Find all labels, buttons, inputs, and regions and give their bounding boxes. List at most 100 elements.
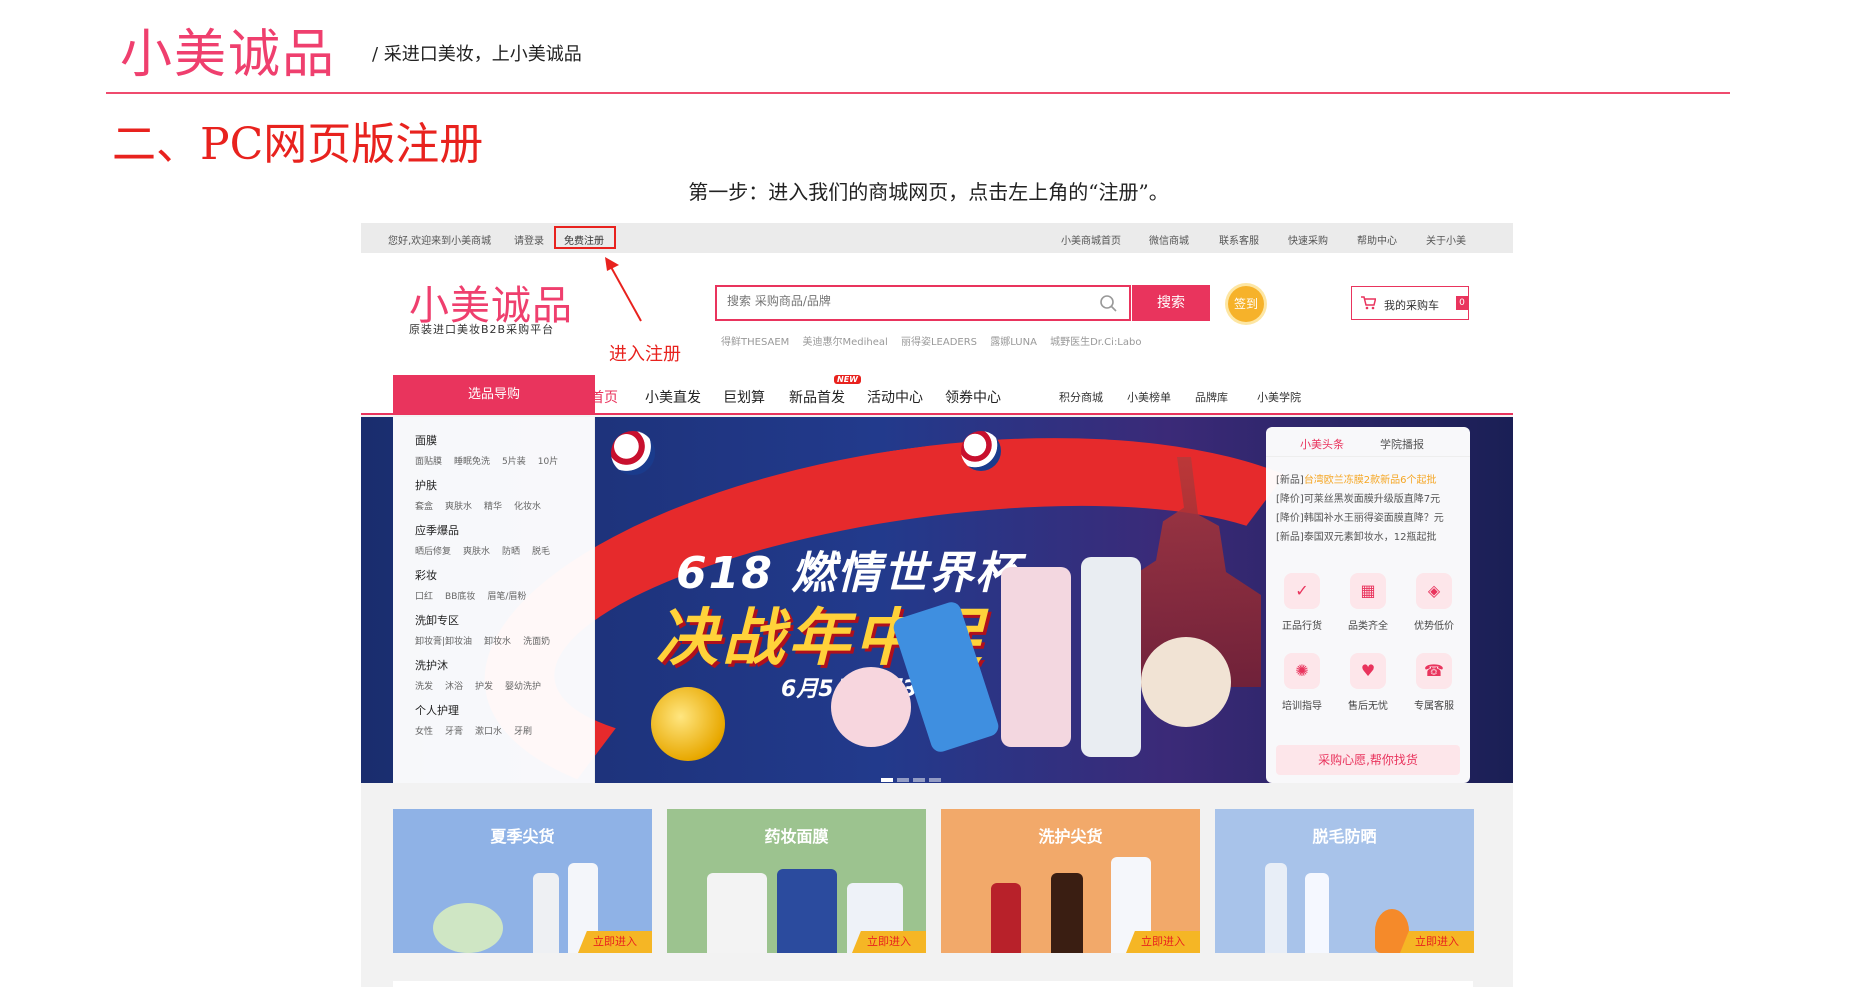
- nav-direct[interactable]: 小美直发: [645, 387, 701, 407]
- certificate-icon: ✓: [1284, 573, 1320, 609]
- tab-headlines[interactable]: 小美头条: [1300, 436, 1344, 452]
- login-link[interactable]: 请登录: [514, 232, 544, 247]
- category-item[interactable]: 洗面奶: [523, 637, 550, 647]
- category-item[interactable]: 防晒: [502, 547, 520, 557]
- enter-button[interactable]: 立即进入: [578, 931, 652, 953]
- category-title[interactable]: 面膜: [415, 432, 594, 448]
- category-title[interactable]: 彩妆: [415, 567, 594, 583]
- category-title[interactable]: 洗护沐: [415, 657, 594, 673]
- tile-masks[interactable]: 药妆面膜 立即进入: [667, 809, 926, 953]
- category-title[interactable]: 应季爆品: [415, 522, 594, 538]
- nav-academy[interactable]: 小美学院: [1257, 389, 1301, 405]
- toplink-home[interactable]: 小美商城首页: [1061, 232, 1121, 247]
- category-title[interactable]: 护肤: [415, 477, 594, 493]
- toplink-quick-buy[interactable]: 快速采购: [1288, 232, 1328, 247]
- hot-word[interactable]: 丽得姿LEADERS: [901, 337, 977, 348]
- tile-hair-removal-sunscreen[interactable]: 脱毛防晒 立即进入: [1215, 809, 1474, 953]
- wish-button[interactable]: 采购心愿,帮你找货: [1276, 745, 1460, 775]
- product-image: [1265, 863, 1287, 953]
- football-icon: [611, 431, 655, 475]
- hot-word[interactable]: 城野医生Dr.Ci:Labo: [1050, 337, 1141, 348]
- search-box: [715, 285, 1131, 321]
- nav-coupons[interactable]: 领券中心: [945, 387, 1001, 407]
- enter-button[interactable]: 立即进入: [852, 931, 926, 953]
- service-dedicated-support[interactable]: ☎ 专属客服: [1412, 653, 1456, 712]
- category-item[interactable]: 套盒: [415, 502, 433, 512]
- search-input[interactable]: [727, 294, 1067, 308]
- product-image: [777, 869, 837, 953]
- category-title[interactable]: 个人护理: [415, 702, 594, 718]
- step-instruction: 第一步：进入我们的商城网页，点击左上角的“注册”。: [688, 180, 1169, 204]
- category-item[interactable]: 5片装: [502, 457, 526, 467]
- category-item[interactable]: 爽肤水: [463, 547, 490, 557]
- category-item[interactable]: 漱口水: [475, 727, 502, 737]
- service-variety[interactable]: ▦ 品类齐全: [1346, 573, 1390, 632]
- category-item[interactable]: 10片: [538, 457, 558, 467]
- category-item[interactable]: 脱毛: [532, 547, 550, 557]
- nav-activities[interactable]: 活动中心: [867, 387, 923, 407]
- category-item[interactable]: 牙膏: [445, 727, 463, 737]
- signin-button[interactable]: 签到: [1228, 286, 1264, 322]
- nav-bargain[interactable]: 巨划算: [723, 387, 765, 407]
- category-item[interactable]: BB底妆: [445, 592, 475, 602]
- toplink-help[interactable]: 帮助中心: [1357, 232, 1397, 247]
- category-item[interactable]: 护发: [475, 682, 493, 692]
- tile-care[interactable]: 洗护尖货 立即进入: [941, 809, 1200, 953]
- search-button[interactable]: 搜索: [1132, 285, 1210, 321]
- category-guide-button[interactable]: 选品导购: [393, 375, 595, 415]
- search-icon[interactable]: [1099, 294, 1117, 312]
- enter-button[interactable]: 立即进入: [1400, 931, 1474, 953]
- nav-rankings[interactable]: 小美榜单: [1127, 389, 1171, 405]
- category-item[interactable]: 洗发: [415, 682, 433, 692]
- toplink-service[interactable]: 联系客服: [1219, 232, 1259, 247]
- hot-word[interactable]: 美迪惠尔Mediheal: [802, 337, 887, 348]
- website-screenshot: 您好,欢迎来到小美商城 请登录 免费注册 小美商城首页 微信商城 联系客服 快速…: [361, 223, 1513, 987]
- product-image: [433, 903, 503, 953]
- category-item[interactable]: 精华: [484, 502, 502, 512]
- category-item[interactable]: 牙刷: [514, 727, 532, 737]
- nav-home[interactable]: 首页: [590, 387, 618, 407]
- toplink-wechat[interactable]: 微信商城: [1149, 232, 1189, 247]
- tab-academy-news[interactable]: 学院播报: [1380, 436, 1424, 452]
- category-item[interactable]: 口红: [415, 592, 433, 602]
- product-jar-image: [831, 667, 911, 747]
- nav-brands[interactable]: 品牌库: [1195, 389, 1228, 405]
- category-item[interactable]: 眉笔/眉粉: [487, 592, 526, 602]
- news-item[interactable]: [降价]可莱丝黑炭面膜升级版直降7元: [1276, 490, 1466, 509]
- tile-summer[interactable]: 夏季尖货 立即进入: [393, 809, 652, 953]
- news-item[interactable]: [降价]韩国补水王丽得姿面膜直降？元: [1276, 509, 1466, 528]
- news-text: 台湾欧兰冻膜2款新品6个起批: [1303, 475, 1437, 486]
- category-item[interactable]: 卸妆膏|卸妆油: [415, 637, 472, 647]
- category-item[interactable]: 女性: [415, 727, 433, 737]
- category-item[interactable]: 化妆水: [514, 502, 541, 512]
- toplink-about[interactable]: 关于小美: [1426, 232, 1466, 247]
- service-low-price[interactable]: ◈ 优势低价: [1412, 573, 1456, 632]
- hot-search-words: 得鲜THESAEM 美迪惠尔Mediheal 丽得姿LEADERS 露娜LUNA…: [721, 333, 1151, 348]
- hot-word[interactable]: 得鲜THESAEM: [721, 337, 789, 348]
- category-item[interactable]: 婴幼洗护: [505, 682, 541, 692]
- category-item[interactable]: 面贴膜: [415, 457, 442, 467]
- price-tag-icon: ◈: [1416, 573, 1452, 609]
- service-after-sales[interactable]: ♥ 售后无忧: [1346, 653, 1390, 712]
- news-item[interactable]: [新品]泰国双元素卸妆水，12瓶起批: [1276, 528, 1466, 547]
- nav-points-mall[interactable]: 积分商城: [1059, 389, 1103, 405]
- category-item[interactable]: 沐浴: [445, 682, 463, 692]
- carousel-dots[interactable]: [881, 767, 961, 782]
- nav-new-arrivals[interactable]: 新品首发: [789, 387, 845, 407]
- hot-word[interactable]: 露娜LUNA: [990, 337, 1037, 348]
- product-image: [707, 873, 767, 953]
- category-item[interactable]: 睡眠免洗: [454, 457, 490, 467]
- news-item[interactable]: [新品]台湾欧兰冻膜2款新品6个起批: [1276, 471, 1466, 490]
- category-title[interactable]: 洗卸专区: [415, 612, 594, 628]
- cart-count-badge: 0: [1456, 296, 1468, 310]
- product-image: [1051, 873, 1083, 953]
- enter-button[interactable]: 立即进入: [1126, 931, 1200, 953]
- register-link[interactable]: 免费注册: [564, 232, 604, 247]
- category-item[interactable]: 卸妆水: [484, 637, 511, 647]
- product-image: [1305, 873, 1329, 953]
- cart-button[interactable]: 我的采购车 0: [1351, 286, 1469, 320]
- service-training[interactable]: ✺ 培训指导: [1280, 653, 1324, 712]
- service-genuine[interactable]: ✓ 正品行货: [1280, 573, 1324, 632]
- category-item[interactable]: 晒后修复: [415, 547, 451, 557]
- category-item[interactable]: 爽肤水: [445, 502, 472, 512]
